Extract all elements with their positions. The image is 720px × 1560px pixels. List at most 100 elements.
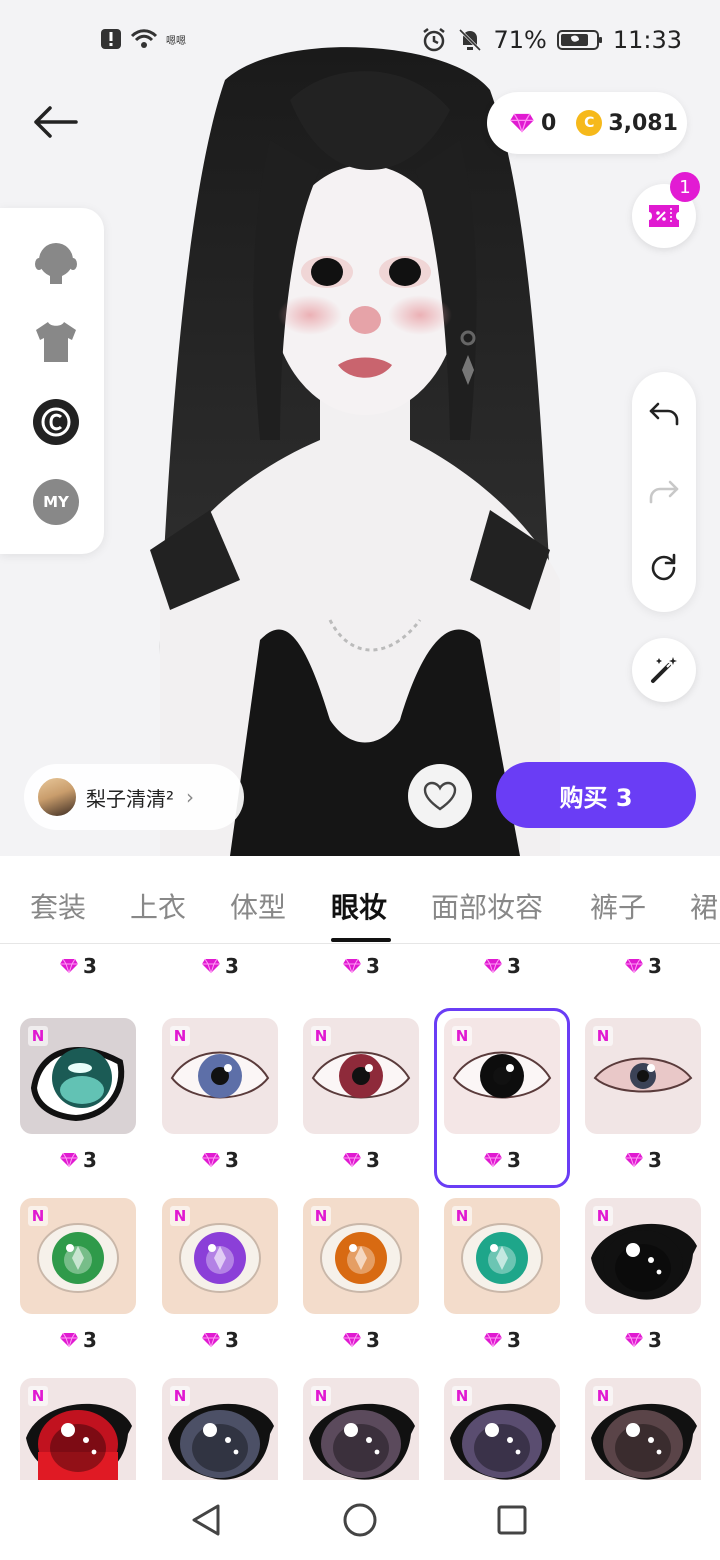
item-price-value: 3	[83, 1148, 97, 1172]
gem-icon	[202, 958, 221, 974]
eye-makeup-item[interactable]: N3	[303, 1018, 419, 1172]
creation-category-button[interactable]	[32, 398, 80, 446]
item-price: 3	[585, 1148, 701, 1172]
alert-icon	[101, 29, 121, 49]
eye-makeup-item[interactable]: 3	[162, 944, 278, 978]
reset-button[interactable]	[646, 550, 682, 586]
eye-makeup-item[interactable]: N3	[20, 1198, 136, 1352]
item-price: 3	[20, 1328, 136, 1352]
eye-makeup-item[interactable]: N3	[585, 1198, 701, 1352]
creator-chip[interactable]: 梨子清清² ›	[24, 764, 244, 830]
gem-icon	[625, 958, 644, 974]
item-price-value: 3	[366, 1148, 380, 1172]
triangle-back-icon	[192, 1504, 220, 1536]
item-price: 3	[20, 954, 136, 978]
coin-count: 3,081	[608, 110, 678, 136]
new-badge: N	[311, 1206, 331, 1226]
item-price: 3	[444, 954, 560, 978]
item-thumbnail: N	[303, 1378, 419, 1480]
item-price: 3	[162, 1148, 278, 1172]
network-label: 嗯嗯	[166, 35, 186, 47]
item-thumbnail: N	[20, 1018, 136, 1134]
item-price: 3	[303, 954, 419, 978]
selected-item-outline	[434, 1008, 570, 1188]
buy-button[interactable]: 购买 3	[496, 762, 696, 828]
eye-makeup-item[interactable]: 3	[444, 944, 560, 978]
favorite-button[interactable]	[408, 764, 472, 828]
gem-icon	[202, 1332, 221, 1348]
item-price: 3	[20, 1148, 136, 1172]
back-button[interactable]	[30, 96, 82, 148]
item-thumbnail: N	[585, 1198, 701, 1314]
gem-icon	[484, 1332, 503, 1348]
head-category-button[interactable]	[32, 238, 80, 286]
item-price-value: 3	[225, 954, 239, 978]
tab-body[interactable]: 体型	[230, 886, 286, 926]
item-thumbnail: N	[162, 1018, 278, 1134]
item-thumbnail: N	[303, 1198, 419, 1314]
item-price-value: 3	[648, 954, 662, 978]
item-price: 3	[162, 954, 278, 978]
new-badge: N	[28, 1206, 48, 1226]
new-badge: N	[593, 1026, 613, 1046]
arrow-left-icon	[34, 106, 78, 138]
eye-makeup-item[interactable]: N3	[162, 1018, 278, 1172]
eye-makeup-item[interactable]: 3	[20, 944, 136, 978]
gem-icon	[60, 1332, 79, 1348]
tab-eye-makeup[interactable]: 眼妆	[331, 886, 387, 926]
eye-makeup-item[interactable]: N3	[162, 1198, 278, 1352]
tab-face-makeup[interactable]: 面部妆容	[431, 886, 543, 926]
item-price: 3	[303, 1328, 419, 1352]
clothing-category-button[interactable]	[32, 318, 80, 366]
battery-icon	[556, 30, 602, 50]
gem-icon	[60, 958, 79, 974]
item-price-value: 3	[366, 954, 380, 978]
battery-percent: 71%	[493, 26, 547, 54]
square-recents-icon	[497, 1505, 527, 1535]
item-thumbnail: N	[444, 1378, 560, 1480]
nav-back-button[interactable]	[186, 1500, 226, 1540]
eye-makeup-item[interactable]: N3	[20, 1018, 136, 1172]
item-price-value: 3	[225, 1148, 239, 1172]
my-label: MY	[43, 493, 69, 511]
system-nav-bar	[0, 1480, 720, 1560]
tab-outfit[interactable]: 套装	[30, 886, 86, 926]
currency-pill[interactable]: 0 C 3,081	[487, 92, 687, 154]
gem-icon	[202, 1152, 221, 1168]
item-thumbnail: N	[162, 1198, 278, 1314]
eye-makeup-item[interactable]: 3	[585, 944, 701, 978]
item-price: 3	[303, 1148, 419, 1172]
eye-makeup-item[interactable]: N	[444, 1378, 560, 1480]
nav-home-button[interactable]	[340, 1500, 380, 1540]
item-price-value: 3	[648, 1148, 662, 1172]
gem-count: 0	[541, 110, 557, 136]
tab-top[interactable]: 上衣	[130, 886, 186, 926]
eye-makeup-item[interactable]: N3	[585, 1018, 701, 1172]
redo-button[interactable]	[646, 474, 682, 510]
eye-makeup-item[interactable]: N	[585, 1378, 701, 1480]
new-badge: N	[170, 1026, 190, 1046]
new-badge: N	[593, 1206, 613, 1226]
item-thumbnail: N	[303, 1018, 419, 1134]
eye-makeup-item[interactable]: N	[162, 1378, 278, 1480]
nav-recents-button[interactable]	[492, 1500, 532, 1540]
undo-button[interactable]	[646, 396, 682, 432]
avatar-stage: 嗯嗯 71% 11:33 0 C 3,081 1 MY 梨子清清² › 购买 3	[0, 0, 720, 856]
item-thumbnail: N	[20, 1378, 136, 1480]
item-price-value: 3	[507, 954, 521, 978]
tab-pants[interactable]: 裤子	[590, 886, 646, 926]
tab-skirt[interactable]: 裙	[690, 886, 718, 926]
creator-avatar	[36, 776, 78, 818]
eye-makeup-item[interactable]: 3	[303, 944, 419, 978]
coin-icon: C	[576, 110, 603, 136]
category-panel: MY	[0, 208, 104, 554]
eye-makeup-item[interactable]: N3	[444, 1198, 560, 1352]
circle-home-icon	[343, 1503, 377, 1537]
eye-makeup-grid: 33333N3N3N3N3N3N3N3N3N3N3NNNNN	[0, 944, 720, 1480]
my-category-button[interactable]: MY	[32, 478, 80, 526]
eye-makeup-item[interactable]: N	[303, 1378, 419, 1480]
magic-wand-button[interactable]	[632, 638, 696, 702]
eye-makeup-item[interactable]: N3	[303, 1198, 419, 1352]
eye-makeup-item[interactable]: N	[20, 1378, 136, 1480]
clock: 11:33	[612, 26, 682, 54]
